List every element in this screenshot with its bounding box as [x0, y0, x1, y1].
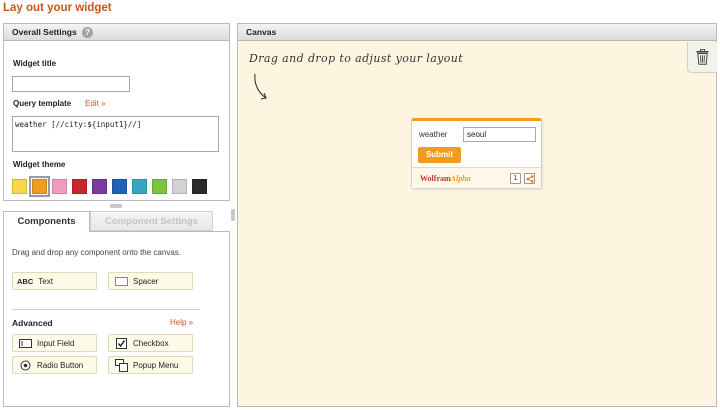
spacer-component-label: Spacer [133, 276, 159, 286]
panel-resize-handle[interactable] [110, 204, 122, 208]
widget-theme-label: Widget theme [13, 160, 66, 169]
canvas-header: Canvas [238, 24, 716, 41]
widget-number-badge[interactable]: 1 [510, 173, 521, 184]
input-field-component-label: Input Field [37, 338, 75, 348]
popup-menu-icon [113, 358, 129, 372]
help-icon[interactable]: ? [82, 27, 94, 39]
text-component-label: Text [38, 276, 53, 286]
tab-components[interactable]: Components [3, 211, 90, 232]
text-abc-icon: ABC [17, 276, 34, 286]
checkbox-component[interactable]: Checkbox [108, 334, 193, 352]
spacer-icon [113, 276, 129, 286]
radio-icon [17, 360, 33, 371]
theme-swatch-red[interactable] [72, 179, 87, 194]
widget-preview[interactable]: weather seoul Submit WolframAlpha 1 [411, 118, 542, 189]
theme-swatch-light-gray[interactable] [172, 179, 187, 194]
input-field-component[interactable]: Input Field [12, 334, 97, 352]
text-component[interactable]: ABC Text [12, 272, 97, 290]
query-template-field[interactable]: weather [//city:${input1}//] [12, 116, 219, 152]
advanced-heading: Advanced [12, 318, 53, 328]
theme-swatch-green[interactable] [152, 179, 167, 194]
overall-settings-title: Overall Settings [12, 27, 77, 37]
input-field-icon [17, 338, 33, 348]
theme-swatch-orange[interactable] [29, 176, 50, 197]
theme-swatch-teal[interactable] [132, 179, 147, 194]
submit-button[interactable]: Submit [418, 147, 461, 163]
query-template-label: Query template [13, 99, 72, 108]
tab-component-settings[interactable]: Component Settings [90, 211, 213, 231]
overall-settings-panel: Overall Settings ? Widget title Query te… [3, 23, 230, 201]
theme-swatch-black[interactable] [192, 179, 207, 194]
overall-settings-header: Overall Settings ? [4, 24, 229, 41]
widget-footer: WolframAlpha 1 [412, 167, 541, 188]
popup-menu-component-label: Popup Menu [133, 360, 179, 370]
share-icon[interactable] [524, 173, 535, 184]
theme-swatch-blue[interactable] [112, 179, 127, 194]
popup-menu-component[interactable]: Popup Menu [108, 356, 193, 374]
help-link[interactable]: Help » [170, 318, 193, 327]
checkbox-icon [113, 337, 129, 349]
curved-arrow-icon [254, 73, 267, 100]
widget-city-input[interactable]: seoul [463, 127, 536, 142]
components-hint: Drag and drop any component onto the can… [12, 248, 181, 257]
radio-button-component[interactable]: Radio Button [12, 356, 97, 374]
widget-title-input[interactable] [12, 76, 130, 92]
widget-field-label: weather [419, 130, 448, 139]
theme-swatch-pink[interactable] [52, 179, 67, 194]
column-resize-handle[interactable] [231, 209, 235, 221]
widget-title-label: Widget title [13, 59, 57, 68]
components-panel: Drag and drop any component onto the can… [3, 231, 230, 407]
wolfram-alpha-logo: WolframAlpha [420, 174, 471, 183]
theme-swatch-purple[interactable] [92, 179, 107, 194]
spacer-component[interactable]: Spacer [108, 272, 193, 290]
edit-query-link[interactable]: Edit » [85, 99, 105, 108]
components-divider [12, 309, 200, 310]
canvas-panel[interactable]: Canvas Drag and drop to adjust your layo… [237, 23, 717, 407]
trash-icon[interactable] [687, 42, 717, 73]
theme-swatch-yellow[interactable] [12, 179, 27, 194]
radio-button-component-label: Radio Button [37, 360, 84, 370]
page-title: Lay out your widget [3, 2, 112, 14]
checkbox-component-label: Checkbox [133, 338, 169, 348]
theme-swatches [12, 176, 212, 197]
canvas-hint: Drag and drop to adjust your layout [249, 52, 464, 65]
